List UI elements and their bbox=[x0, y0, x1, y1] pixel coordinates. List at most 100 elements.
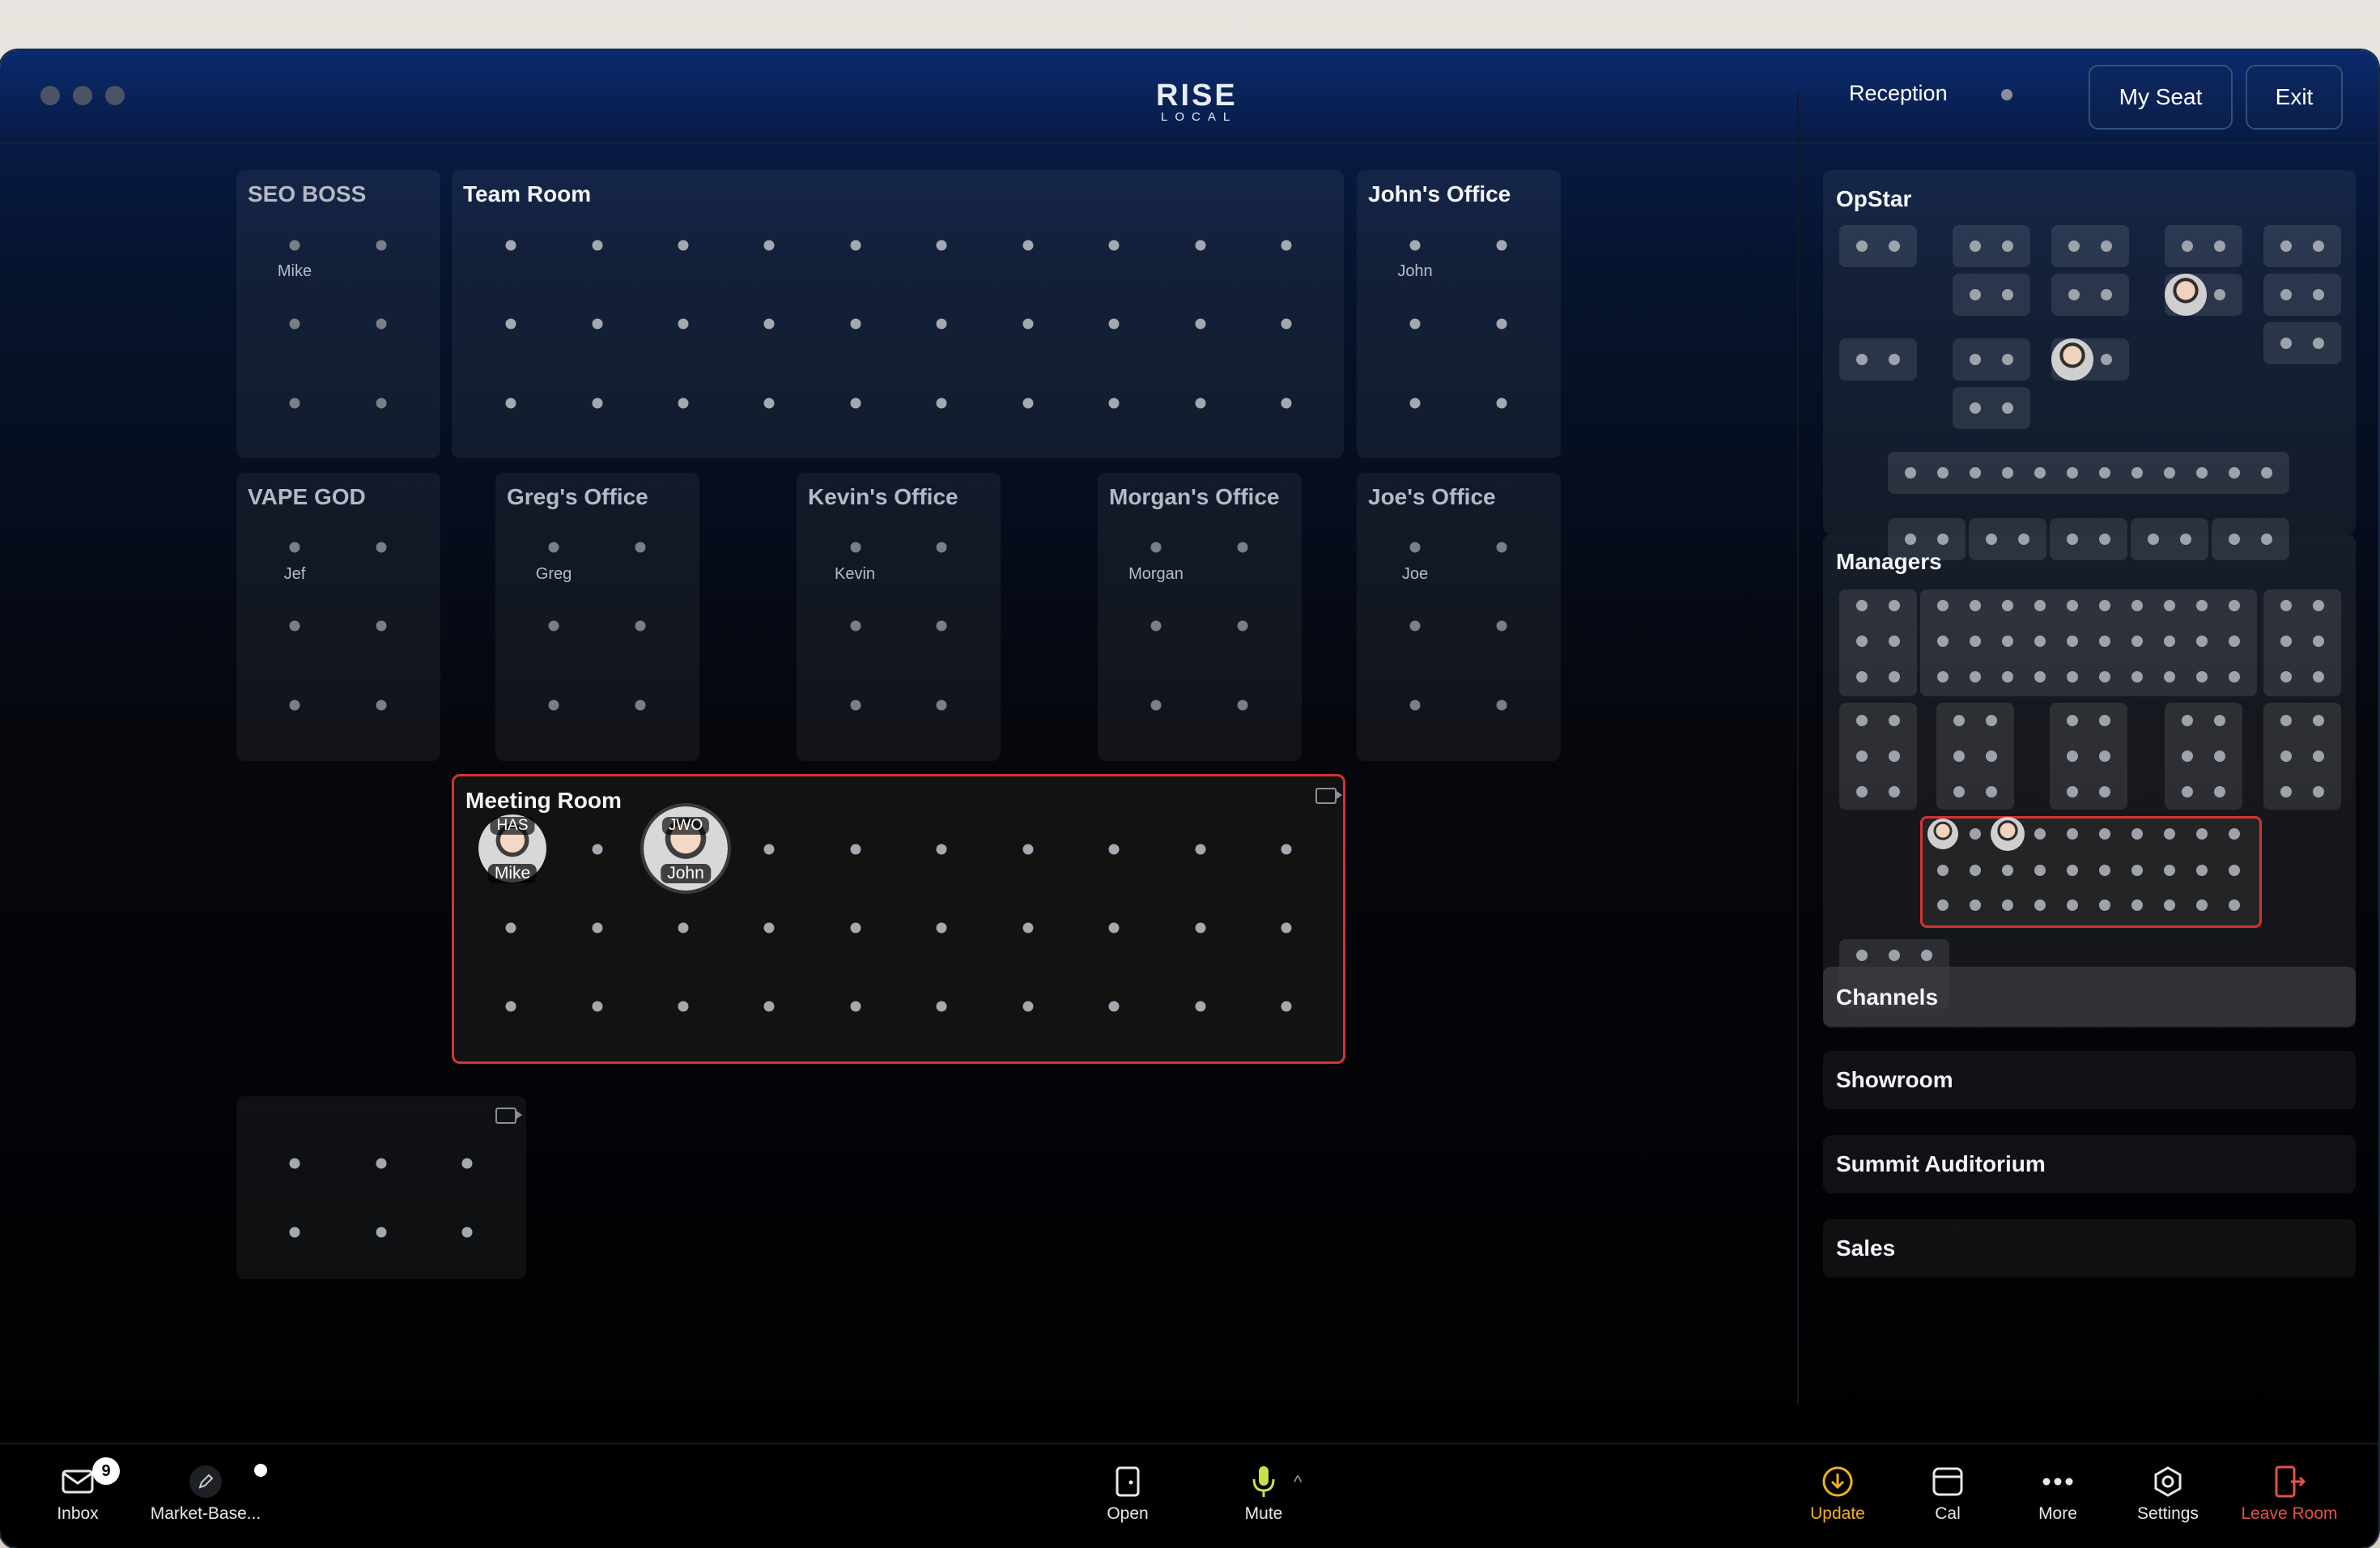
seat-dot[interactable] bbox=[850, 398, 861, 409]
seat-dot[interactable] bbox=[678, 1001, 689, 1012]
seat-dot[interactable] bbox=[376, 1227, 387, 1238]
seat-dot[interactable] bbox=[2229, 865, 2240, 876]
seat-dot[interactable] bbox=[1970, 467, 1981, 478]
seat-dot[interactable] bbox=[1856, 600, 1868, 611]
video-camera-icon[interactable] bbox=[495, 1108, 522, 1124]
seat-dot[interactable] bbox=[2229, 600, 2240, 611]
seat-dot[interactable] bbox=[2196, 899, 2208, 911]
seat-dot[interactable] bbox=[2067, 751, 2078, 762]
seat-dot[interactable] bbox=[635, 700, 646, 711]
seat-dot[interactable] bbox=[936, 240, 947, 251]
seat-dot[interactable] bbox=[1195, 240, 1206, 251]
seat-dot[interactable] bbox=[2280, 715, 2292, 726]
seat-dot[interactable] bbox=[1856, 715, 1868, 726]
seat-dot[interactable] bbox=[1108, 1001, 1120, 1012]
desk-pod[interactable] bbox=[1953, 274, 2030, 316]
seat-dot[interactable] bbox=[1409, 700, 1421, 711]
seat-dot[interactable] bbox=[2196, 828, 2208, 840]
seat-dot[interactable] bbox=[1409, 398, 1421, 409]
occupant-avatar[interactable] bbox=[1927, 819, 1958, 849]
seat-dot[interactable] bbox=[2067, 534, 2078, 545]
seat-dot[interactable] bbox=[2313, 636, 2324, 647]
seat-dot[interactable] bbox=[289, 700, 300, 711]
seat-dot[interactable] bbox=[1195, 922, 1206, 933]
sidebar-area-sales[interactable]: Sales bbox=[1823, 1219, 2356, 1278]
seat-dot[interactable] bbox=[1496, 700, 1507, 711]
seat-dot[interactable] bbox=[2261, 467, 2272, 478]
seat-dot[interactable] bbox=[2034, 600, 2046, 611]
seat-dot[interactable] bbox=[1970, 240, 1981, 252]
seat-dot[interactable] bbox=[592, 318, 603, 330]
seat-dot[interactable] bbox=[2099, 600, 2110, 611]
seat-dot[interactable] bbox=[2313, 671, 2324, 683]
seat-dot[interactable] bbox=[2229, 534, 2240, 545]
seat-dot[interactable] bbox=[2002, 865, 2013, 876]
seat-dot[interactable] bbox=[763, 240, 775, 251]
seat-dot[interactable] bbox=[2099, 865, 2110, 876]
desk-pod[interactable] bbox=[2212, 518, 2289, 560]
seat-dot[interactable] bbox=[1108, 240, 1120, 251]
seat-dot[interactable] bbox=[1237, 542, 1248, 553]
desk-pod[interactable] bbox=[2263, 589, 2341, 696]
seat-dot[interactable] bbox=[592, 1001, 603, 1012]
seat-dot[interactable] bbox=[2067, 828, 2078, 840]
seat-dot[interactable] bbox=[2099, 671, 2110, 683]
seat-dot[interactable] bbox=[850, 700, 861, 711]
seat-dot[interactable] bbox=[1856, 950, 1868, 961]
seat-dot[interactable] bbox=[1889, 786, 1900, 797]
video-camera-icon[interactable] bbox=[1315, 788, 1342, 804]
seat-dot[interactable] bbox=[2180, 534, 2191, 545]
seat-dot[interactable] bbox=[936, 700, 947, 711]
seat-dot[interactable] bbox=[2101, 289, 2112, 300]
desk-pod[interactable] bbox=[2165, 703, 2242, 810]
seat-dot[interactable] bbox=[1409, 620, 1421, 632]
seat-dot[interactable] bbox=[505, 318, 516, 330]
leave-room-button[interactable]: Leave Room bbox=[2233, 1464, 2346, 1524]
seat-dot[interactable] bbox=[1281, 398, 1292, 409]
seat-dot[interactable] bbox=[1496, 398, 1507, 409]
seat-dot[interactable] bbox=[2101, 240, 2112, 252]
seat-dot[interactable] bbox=[376, 1158, 387, 1169]
seat-dot[interactable] bbox=[1937, 467, 1949, 478]
seat-dot[interactable] bbox=[2164, 865, 2175, 876]
seat-dot[interactable] bbox=[936, 398, 947, 409]
seat-dot[interactable] bbox=[2131, 671, 2143, 683]
seat-dot[interactable] bbox=[1937, 600, 1949, 611]
seat-dot[interactable] bbox=[2280, 338, 2292, 349]
open-button[interactable]: Open bbox=[1071, 1464, 1184, 1524]
desk-pod[interactable] bbox=[1839, 338, 1917, 381]
seat-dot[interactable] bbox=[1970, 671, 1981, 683]
occupant-avatar[interactable] bbox=[2165, 274, 2207, 316]
seat-dot[interactable] bbox=[2196, 467, 2208, 478]
seat-dot[interactable] bbox=[2002, 899, 2013, 911]
seat-dot[interactable] bbox=[2280, 671, 2292, 683]
seat-dot[interactable] bbox=[2034, 899, 2046, 911]
seat-dot[interactable] bbox=[2196, 600, 2208, 611]
seat-dot[interactable] bbox=[1970, 828, 1981, 840]
seat-dot[interactable] bbox=[2131, 865, 2143, 876]
occupant-avatar[interactable] bbox=[2051, 338, 2093, 381]
seat-dot[interactable] bbox=[1970, 899, 1981, 911]
seat-dot[interactable] bbox=[2131, 636, 2143, 647]
update-button[interactable]: Update bbox=[1781, 1464, 1894, 1524]
seat-dot[interactable] bbox=[1022, 240, 1034, 251]
seat-dot[interactable] bbox=[376, 700, 387, 711]
sidebar-area-channels[interactable]: Channels bbox=[1823, 967, 2356, 1027]
seat-dot[interactable] bbox=[2099, 828, 2110, 840]
seat-dot[interactable] bbox=[376, 398, 387, 409]
room-unnamed-huddle[interactable] bbox=[236, 1096, 526, 1279]
seat-dot[interactable] bbox=[2034, 636, 2046, 647]
room-johns-office[interactable]: John's Office John bbox=[1357, 170, 1561, 458]
seat-dot[interactable] bbox=[1889, 240, 1900, 252]
seat-dot[interactable] bbox=[635, 542, 646, 553]
seat-dot[interactable] bbox=[1889, 636, 1900, 647]
seat-dot[interactable] bbox=[2229, 828, 2240, 840]
seat-dot[interactable] bbox=[1889, 751, 1900, 762]
seat-dot[interactable] bbox=[850, 1001, 861, 1012]
seat-dot[interactable] bbox=[2280, 751, 2292, 762]
seat-dot[interactable] bbox=[2280, 600, 2292, 611]
seat-dot[interactable] bbox=[289, 620, 300, 632]
room-gregs-office[interactable]: Greg's Office Greg bbox=[495, 473, 699, 761]
seat-dot[interactable] bbox=[2182, 715, 2193, 726]
seat-dot[interactable] bbox=[1237, 700, 1248, 711]
